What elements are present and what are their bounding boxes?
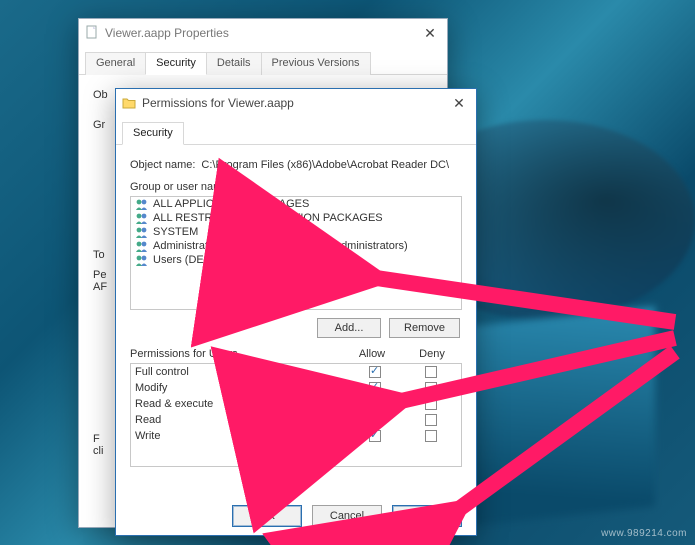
permission-name: Modify: [135, 382, 345, 394]
allow-checkbox[interactable]: [369, 414, 381, 426]
properties-title: Viewer.aapp Properties: [105, 26, 229, 40]
permission-name: Read: [135, 414, 345, 426]
deny-checkbox[interactable]: [425, 430, 437, 442]
file-icon: [85, 25, 99, 42]
remove-button[interactable]: Remove: [389, 318, 460, 338]
allow-checkbox[interactable]: [369, 430, 381, 442]
tab-security[interactable]: Security: [122, 122, 184, 145]
users-icon: [135, 198, 149, 210]
folder-icon: [122, 96, 136, 110]
table-row: Read: [131, 412, 461, 428]
permissions-body: Object name: C:\Program Files (x86)\Adob…: [116, 145, 476, 477]
group-user-names-list[interactable]: ALL APPLICATION PACKAGES ALL RESTRICTED A…: [130, 196, 462, 310]
users-icon: [135, 212, 149, 224]
close-icon[interactable]: ✕: [419, 25, 441, 42]
list-item[interactable]: SYSTEM: [131, 225, 461, 239]
list-item[interactable]: Users (DESKTOP-DUI97JC\Users): [131, 253, 461, 267]
users-icon: [135, 240, 149, 252]
group-user-names-label: Group or user names:: [130, 181, 462, 193]
permissions-for-label: Permissions for Users: [130, 348, 342, 360]
allow-checkbox[interactable]: [369, 366, 381, 378]
permissions-table: Full control Modify Read & execute Read Writ…: [130, 363, 462, 467]
tab-general[interactable]: General: [85, 52, 146, 75]
add-button[interactable]: Add...: [317, 318, 381, 338]
list-item-label: Users (DESKTOP-DUI97JC\Users): [153, 254, 325, 266]
tab-previous-versions[interactable]: Previous Versions: [261, 52, 371, 75]
deny-column-header: Deny: [402, 348, 462, 360]
dialog-button-row: OK Cancel Apply: [232, 505, 462, 527]
table-row: Modify: [131, 380, 461, 396]
table-row: Full control: [131, 364, 461, 380]
permission-name: Write: [135, 430, 345, 442]
ok-button[interactable]: OK: [232, 505, 302, 527]
users-icon: [135, 254, 149, 266]
properties-titlebar[interactable]: Viewer.aapp Properties ✕: [79, 19, 447, 47]
users-icon: [135, 226, 149, 238]
deny-checkbox[interactable]: [425, 414, 437, 426]
permission-name: Read & execute: [135, 398, 345, 410]
list-item-label: Administrators (DESKTOP-DUI97JC\Administ…: [153, 240, 408, 252]
list-item[interactable]: ALL APPLICATION PACKAGES: [131, 197, 461, 211]
tab-details[interactable]: Details: [206, 52, 262, 75]
properties-tabs: General Security Details Previous Versio…: [79, 49, 447, 75]
list-item[interactable]: Administrators (DESKTOP-DUI97JC\Administ…: [131, 239, 461, 253]
permissions-tabs: Security: [116, 119, 476, 145]
deny-checkbox[interactable]: [425, 366, 437, 378]
object-name-label: Object name:: [130, 159, 195, 171]
list-item-label: SYSTEM: [153, 226, 198, 238]
allow-checkbox[interactable]: [369, 398, 381, 410]
cancel-button[interactable]: Cancel: [312, 505, 382, 527]
watermark-text: www.989214.com: [601, 528, 687, 539]
table-row: Read & execute: [131, 396, 461, 412]
permissions-title: Permissions for Viewer.aapp: [142, 96, 294, 110]
permission-name: Full control: [135, 366, 345, 378]
permissions-window: Permissions for Viewer.aapp ✕ Security O…: [115, 88, 477, 536]
list-item-label: ALL APPLICATION PACKAGES: [153, 198, 309, 210]
allow-checkbox[interactable]: [369, 382, 381, 394]
deny-checkbox[interactable]: [425, 382, 437, 394]
list-item[interactable]: ALL RESTRICTED APPLICATION PACKAGES: [131, 211, 461, 225]
object-name-value: C:\Program Files (x86)\Adobe\Acrobat Rea…: [201, 159, 449, 171]
list-item-label: ALL RESTRICTED APPLICATION PACKAGES: [153, 212, 383, 224]
apply-button[interactable]: Apply: [392, 505, 462, 527]
close-icon[interactable]: ✕: [448, 95, 470, 112]
deny-checkbox[interactable]: [425, 398, 437, 410]
tab-security[interactable]: Security: [145, 52, 207, 75]
allow-column-header: Allow: [342, 348, 402, 360]
table-row: Write: [131, 428, 461, 444]
permissions-titlebar[interactable]: Permissions for Viewer.aapp ✕: [116, 89, 476, 117]
